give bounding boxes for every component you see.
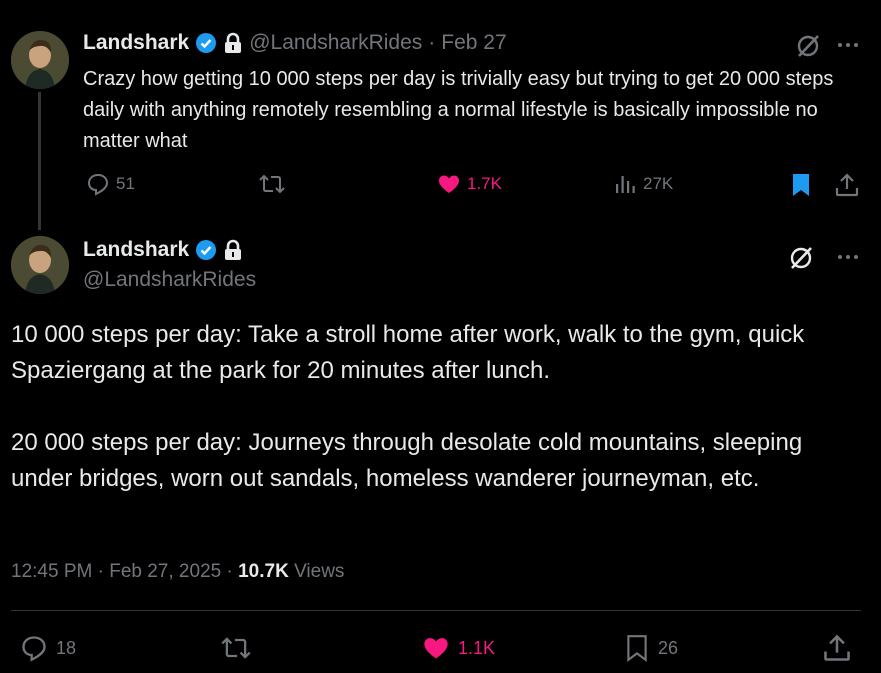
more-icon[interactable] xyxy=(836,246,860,268)
tweet1-header: Landshark @LandsharkRides · Feb 27 xyxy=(83,31,507,55)
reply-count: 18 xyxy=(56,637,77,658)
verified-badge-icon xyxy=(195,32,217,54)
avatar[interactable] xyxy=(11,236,69,294)
like-count: 1.1K xyxy=(458,637,496,658)
tweet2-header: Landshark xyxy=(83,238,243,262)
tweet1-text: Crazy how getting 10 000 steps per day i… xyxy=(83,68,834,152)
divider xyxy=(11,610,861,611)
views-count: 27K xyxy=(643,174,674,193)
thread-connector xyxy=(38,92,41,230)
heart-icon xyxy=(422,634,450,662)
reply-button[interactable]: 18 xyxy=(20,634,76,662)
more-icon[interactable] xyxy=(836,34,860,56)
like-button[interactable]: 1.1K xyxy=(422,634,495,662)
like-button[interactable]: 1.7K xyxy=(437,172,502,196)
bookmark-icon[interactable] xyxy=(789,172,813,198)
grok-icon[interactable] xyxy=(788,245,814,271)
author-name[interactable]: Landshark xyxy=(83,31,189,55)
author-name[interactable]: Landshark xyxy=(83,238,189,262)
bookmark-icon xyxy=(624,634,650,662)
tweet2-text: 10 000 steps per day: Take a stroll home… xyxy=(11,317,861,497)
grok-icon[interactable] xyxy=(795,33,821,59)
lock-icon xyxy=(223,32,243,54)
tweet-full-date[interactable]: Feb 27, 2025 xyxy=(109,561,221,582)
heart-icon xyxy=(437,172,461,196)
share-icon[interactable] xyxy=(822,633,852,663)
tweet2-paragraph-1: 10 000 steps per day: Take a stroll home… xyxy=(11,321,805,384)
tweet-date[interactable]: Feb 27 xyxy=(441,31,506,55)
share-icon[interactable] xyxy=(834,172,860,198)
avatar[interactable] xyxy=(11,31,69,89)
bookmark-button[interactable]: 26 xyxy=(624,634,678,662)
retweet-button[interactable] xyxy=(258,172,286,196)
tweet2-paragraph-2: 20 000 steps per day: Journeys through d… xyxy=(11,429,803,492)
tweet-meta: 12:45 PM · Feb 27, 2025 · 10.7K Views xyxy=(11,561,344,583)
lock-icon xyxy=(223,239,243,261)
retweet-icon xyxy=(258,172,286,196)
separator-dot: · xyxy=(226,561,239,582)
handle[interactable]: @LandsharkRides xyxy=(249,31,422,55)
handle[interactable]: @LandsharkRides xyxy=(83,268,256,292)
views-label: Views xyxy=(294,561,345,582)
views-icon xyxy=(613,172,637,196)
reply-icon xyxy=(20,634,48,662)
reply-count: 51 xyxy=(116,174,135,193)
tweet-time[interactable]: 12:45 PM xyxy=(11,561,92,582)
verified-badge-icon xyxy=(195,239,217,261)
reply-button[interactable]: 51 xyxy=(86,172,135,196)
bookmark-count: 26 xyxy=(658,637,679,658)
separator-dot: · xyxy=(428,31,436,54)
retweet-icon xyxy=(220,634,252,662)
views-button[interactable]: 27K xyxy=(613,172,673,196)
views-total: 10.7K xyxy=(238,561,289,582)
like-count: 1.7K xyxy=(467,174,502,193)
separator-dot: · xyxy=(97,561,110,582)
retweet-button[interactable] xyxy=(220,634,252,662)
reply-icon xyxy=(86,172,110,196)
